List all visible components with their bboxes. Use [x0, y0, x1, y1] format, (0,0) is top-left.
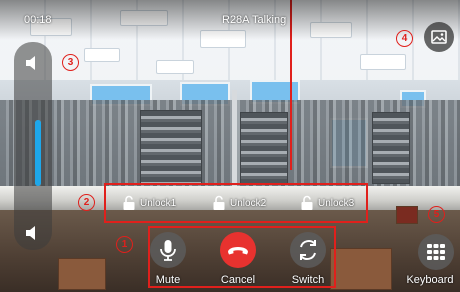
snapshot-button[interactable] — [424, 22, 454, 52]
red-device — [396, 206, 418, 224]
call-state: Talking — [252, 14, 287, 26]
cardboard-box — [330, 248, 392, 290]
speaker-mute-icon[interactable] — [22, 222, 44, 244]
speaker-icon[interactable] — [22, 52, 44, 74]
ceiling-light — [360, 54, 406, 70]
padlock-icon — [213, 195, 225, 210]
video-call-screen: 00:18 R28A Talking Unlock1 Unlock2 Unloc… — [0, 0, 460, 292]
annotation-marker-5: 5 — [428, 206, 445, 223]
keypad-icon — [427, 244, 445, 260]
volume-level-fill — [35, 120, 41, 186]
unlock-button-3[interactable]: Unlock3 — [300, 194, 354, 212]
mute-label: Mute — [155, 274, 181, 286]
image-capture-icon — [431, 30, 447, 44]
padlock-icon — [123, 195, 135, 210]
annotation-marker-1: 1 — [116, 236, 133, 253]
annotation-marker-3: 3 — [62, 54, 79, 71]
call-timer: 00:18 — [24, 14, 52, 26]
microphone-icon — [160, 240, 176, 261]
unlock-label: Unlock3 — [318, 197, 355, 209]
cancel-label: Cancel — [220, 274, 256, 286]
unlock-button-2[interactable]: Unlock2 — [212, 194, 266, 212]
switch-camera-icon — [300, 240, 316, 260]
unlock-button-1[interactable]: Unlock1 — [122, 194, 176, 212]
padlock-icon — [301, 195, 313, 210]
cardboard-box — [58, 258, 106, 290]
hangup-phone-icon — [228, 247, 248, 255]
switch-label: Switch — [291, 274, 325, 286]
switch-button[interactable] — [290, 232, 326, 268]
equipment-rack — [140, 110, 202, 184]
annotation-marker-2: 2 — [78, 194, 95, 211]
unlock-label: Unlock1 — [140, 197, 177, 209]
keyboard-button[interactable] — [418, 234, 454, 270]
ceiling-light — [156, 60, 194, 74]
equipment-rack — [372, 112, 410, 184]
unlock-label: Unlock2 — [230, 197, 267, 209]
ceiling-light — [84, 48, 120, 62]
equipment-rack — [240, 112, 288, 184]
annotation-marker-4: 4 — [396, 30, 413, 47]
keyboard-label: Keyboard — [406, 274, 454, 286]
device-name: R28A — [222, 14, 250, 26]
cancel-button[interactable] — [220, 232, 256, 268]
mute-button[interactable] — [150, 232, 186, 268]
